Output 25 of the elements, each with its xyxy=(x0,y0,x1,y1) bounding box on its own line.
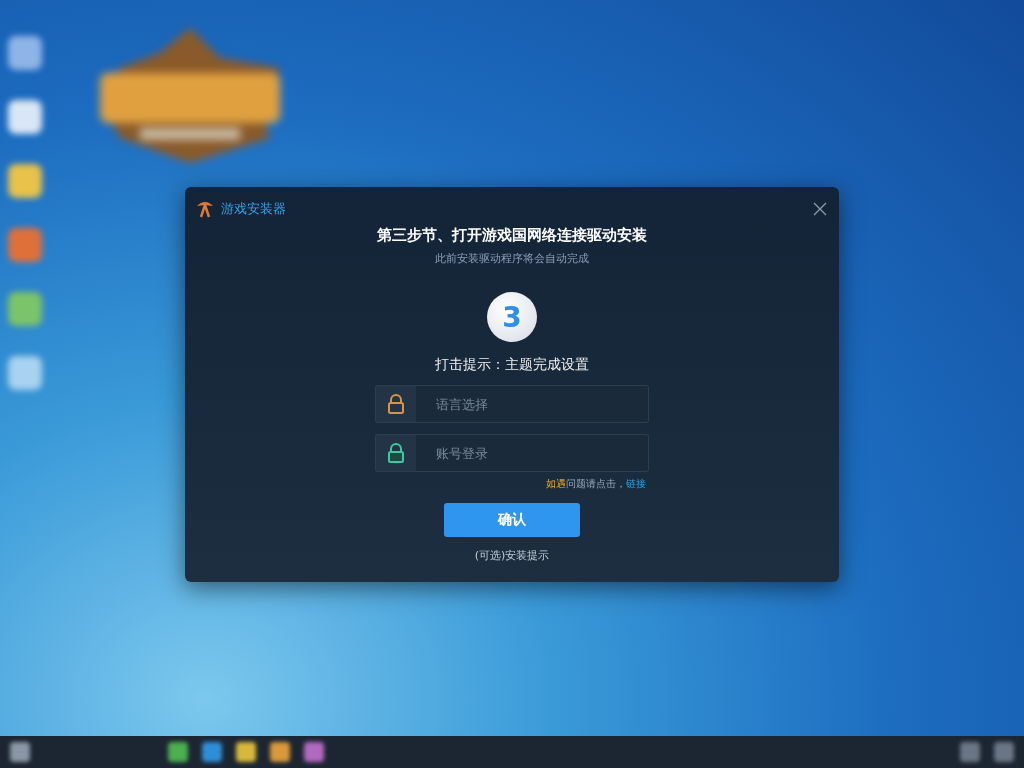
step-number: 3 xyxy=(487,292,537,342)
app-logo-icon xyxy=(195,200,215,218)
taskbar-app-icon[interactable] xyxy=(202,742,222,762)
desktop-shortcut-icon[interactable] xyxy=(8,292,42,326)
taskbar-app-icon[interactable] xyxy=(304,742,324,762)
confirm-button[interactable]: 确认 xyxy=(444,503,580,537)
desktop-shortcut-icon[interactable] xyxy=(8,36,42,70)
footer-text: (可选)安装提示 xyxy=(474,548,550,563)
dialog-title: 游戏安装器 xyxy=(221,200,287,218)
desktop-shortcut-icon[interactable] xyxy=(8,100,42,134)
desktop-shortcut-icon[interactable] xyxy=(8,228,42,262)
tray-icon[interactable] xyxy=(960,742,980,762)
desktop-shortcut-icon[interactable] xyxy=(8,356,42,390)
hint-text: 打击提示：主题完成设置 xyxy=(435,356,589,374)
start-icon[interactable] xyxy=(10,742,30,762)
taskbar-app-icon[interactable] xyxy=(236,742,256,762)
desktop-shortcut-icon[interactable] xyxy=(8,164,42,198)
taskbar-app-icon[interactable] xyxy=(270,742,290,762)
tray-icon[interactable] xyxy=(994,742,1014,762)
step-heading: 第三步节、打开游戏国网络连接驱动安装 xyxy=(377,226,647,245)
close-button[interactable] xyxy=(811,200,829,218)
help-link[interactable]: 链接 xyxy=(626,478,646,489)
step-description: 此前安装驱动程序将会自动完成 xyxy=(435,251,589,266)
taskbar-app-icon[interactable] xyxy=(168,742,188,762)
help-text: 如遇问题请点击，链接 xyxy=(545,477,647,491)
